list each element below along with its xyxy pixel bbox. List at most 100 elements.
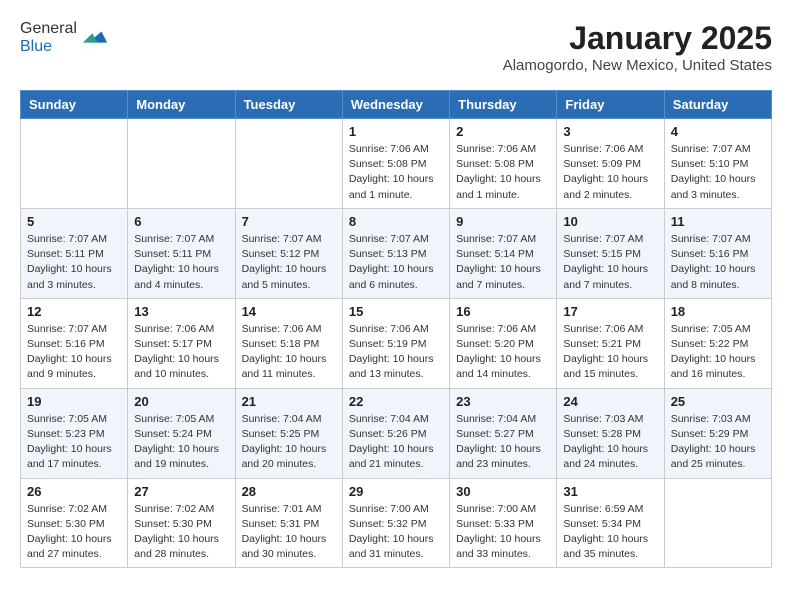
day-info: Sunrise: 7:05 AMSunset: 5:24 PMDaylight:… xyxy=(134,412,228,473)
day-number: 1 xyxy=(349,124,443,139)
day-info: Sunrise: 7:06 AMSunset: 5:08 PMDaylight:… xyxy=(349,142,443,203)
day-number: 27 xyxy=(134,484,228,499)
weekday-header: Monday xyxy=(128,91,235,119)
calendar-cell xyxy=(128,119,235,209)
calendar-cell: 29 Sunrise: 7:00 AMSunset: 5:32 PMDayligh… xyxy=(342,478,449,568)
day-info: Sunrise: 7:02 AMSunset: 5:30 PMDaylight:… xyxy=(134,502,228,563)
day-info: Sunrise: 7:06 AMSunset: 5:17 PMDaylight:… xyxy=(134,322,228,383)
calendar-cell xyxy=(21,119,128,209)
day-info: Sunrise: 7:03 AMSunset: 5:29 PMDaylight:… xyxy=(671,412,765,473)
calendar-cell: 26 Sunrise: 7:02 AMSunset: 5:30 PMDayligh… xyxy=(21,478,128,568)
day-info: Sunrise: 7:06 AMSunset: 5:19 PMDaylight:… xyxy=(349,322,443,383)
month-title: January 2025 xyxy=(503,20,772,57)
page-header: General Blue January 2025 Alamogordo, Ne… xyxy=(20,20,772,74)
day-info: Sunrise: 7:06 AMSunset: 5:20 PMDaylight:… xyxy=(456,322,550,383)
day-number: 8 xyxy=(349,214,443,229)
title-block: January 2025 Alamogordo, New Mexico, Uni… xyxy=(503,20,772,74)
calendar-cell: 18 Sunrise: 7:05 AMSunset: 5:22 PMDayligh… xyxy=(664,298,771,388)
calendar-cell: 14 Sunrise: 7:06 AMSunset: 5:18 PMDayligh… xyxy=(235,298,342,388)
weekday-header: Tuesday xyxy=(235,91,342,119)
day-info: Sunrise: 7:06 AMSunset: 5:09 PMDaylight:… xyxy=(563,142,657,203)
calendar-cell xyxy=(664,478,771,568)
calendar-cell: 24Sunrise: 7:03 AMSunset: 5:28 PMDayligh… xyxy=(557,388,664,478)
day-info: Sunrise: 7:05 AMSunset: 5:23 PMDaylight:… xyxy=(27,412,121,473)
calendar-cell: 8 Sunrise: 7:07 AMSunset: 5:13 PMDaylight… xyxy=(342,208,449,298)
weekday-header: Friday xyxy=(557,91,664,119)
day-info: Sunrise: 7:07 AMSunset: 5:11 PMDaylight:… xyxy=(27,232,121,293)
day-info: Sunrise: 7:00 AMSunset: 5:32 PMDaylight:… xyxy=(349,502,443,563)
day-number: 24 xyxy=(563,394,657,409)
day-number: 11 xyxy=(671,214,765,229)
day-info: Sunrise: 7:07 AMSunset: 5:11 PMDaylight:… xyxy=(134,232,228,293)
calendar-cell: 28Sunrise: 7:01 AMSunset: 5:31 PMDayligh… xyxy=(235,478,342,568)
day-info: Sunrise: 7:06 AMSunset: 5:21 PMDaylight:… xyxy=(563,322,657,383)
day-number: 17 xyxy=(563,304,657,319)
calendar-cell: 2Sunrise: 7:06 AMSunset: 5:08 PMDaylight… xyxy=(450,119,557,209)
calendar-cell: 1 Sunrise: 7:06 AMSunset: 5:08 PMDaylight… xyxy=(342,119,449,209)
logo: General Blue xyxy=(20,20,109,56)
day-info: Sunrise: 7:06 AMSunset: 5:18 PMDaylight:… xyxy=(242,322,336,383)
day-number: 22 xyxy=(349,394,443,409)
day-info: Sunrise: 7:07 AMSunset: 5:14 PMDaylight:… xyxy=(456,232,550,293)
calendar-cell: 6 Sunrise: 7:07 AMSunset: 5:11 PMDaylight… xyxy=(128,208,235,298)
weekday-header: Wednesday xyxy=(342,91,449,119)
day-info: Sunrise: 7:07 AMSunset: 5:16 PMDaylight:… xyxy=(27,322,121,383)
day-number: 19 xyxy=(27,394,121,409)
location: Alamogordo, New Mexico, United States xyxy=(503,57,772,74)
day-number: 26 xyxy=(27,484,121,499)
calendar-cell: 30Sunrise: 7:00 AMSunset: 5:33 PMDayligh… xyxy=(450,478,557,568)
day-info: Sunrise: 7:04 AMSunset: 5:27 PMDaylight:… xyxy=(456,412,550,473)
day-number: 6 xyxy=(134,214,228,229)
calendar-week-row: 1 Sunrise: 7:06 AMSunset: 5:08 PMDaylight… xyxy=(21,119,772,209)
weekday-header: Thursday xyxy=(450,91,557,119)
day-info: Sunrise: 7:07 AMSunset: 5:10 PMDaylight:… xyxy=(671,142,765,203)
calendar-cell: 4 Sunrise: 7:07 AMSunset: 5:10 PMDaylight… xyxy=(664,119,771,209)
calendar-week-row: 12 Sunrise: 7:07 AMSunset: 5:16 PMDayligh… xyxy=(21,298,772,388)
day-info: Sunrise: 7:02 AMSunset: 5:30 PMDaylight:… xyxy=(27,502,121,563)
calendar-cell: 25 Sunrise: 7:03 AMSunset: 5:29 PMDayligh… xyxy=(664,388,771,478)
calendar-week-row: 5Sunrise: 7:07 AMSunset: 5:11 PMDaylight… xyxy=(21,208,772,298)
logo-blue: Blue xyxy=(20,38,52,55)
calendar-cell: 27 Sunrise: 7:02 AMSunset: 5:30 PMDayligh… xyxy=(128,478,235,568)
day-number: 21 xyxy=(242,394,336,409)
day-number: 23 xyxy=(456,394,550,409)
day-number: 30 xyxy=(456,484,550,499)
day-number: 25 xyxy=(671,394,765,409)
day-info: Sunrise: 7:06 AMSunset: 5:08 PMDaylight:… xyxy=(456,142,550,203)
day-number: 18 xyxy=(671,304,765,319)
day-info: Sunrise: 7:04 AMSunset: 5:25 PMDaylight:… xyxy=(242,412,336,473)
calendar-cell: 21 Sunrise: 7:04 AMSunset: 5:25 PMDayligh… xyxy=(235,388,342,478)
day-number: 14 xyxy=(242,304,336,319)
day-number: 4 xyxy=(671,124,765,139)
calendar-cell: 31Sunrise: 6:59 AMSunset: 5:34 PMDayligh… xyxy=(557,478,664,568)
calendar-cell: 5Sunrise: 7:07 AMSunset: 5:11 PMDaylight… xyxy=(21,208,128,298)
calendar-cell xyxy=(235,119,342,209)
logo-icon xyxy=(81,24,109,52)
day-number: 20 xyxy=(134,394,228,409)
day-info: Sunrise: 7:07 AMSunset: 5:16 PMDaylight:… xyxy=(671,232,765,293)
day-number: 15 xyxy=(349,304,443,319)
calendar-cell: 12 Sunrise: 7:07 AMSunset: 5:16 PMDayligh… xyxy=(21,298,128,388)
logo-general: General xyxy=(20,20,77,37)
day-info: Sunrise: 7:07 AMSunset: 5:13 PMDaylight:… xyxy=(349,232,443,293)
day-number: 13 xyxy=(134,304,228,319)
day-number: 10 xyxy=(563,214,657,229)
calendar-cell: 20 Sunrise: 7:05 AMSunset: 5:24 PMDayligh… xyxy=(128,388,235,478)
calendar-table: SundayMondayTuesdayWednesdayThursdayFrid… xyxy=(20,90,772,568)
calendar-week-row: 26 Sunrise: 7:02 AMSunset: 5:30 PMDayligh… xyxy=(21,478,772,568)
calendar-cell: 16Sunrise: 7:06 AMSunset: 5:20 PMDayligh… xyxy=(450,298,557,388)
calendar-cell: 3Sunrise: 7:06 AMSunset: 5:09 PMDaylight… xyxy=(557,119,664,209)
day-info: Sunrise: 7:07 AMSunset: 5:12 PMDaylight:… xyxy=(242,232,336,293)
weekday-header: Saturday xyxy=(664,91,771,119)
calendar-cell: 7 Sunrise: 7:07 AMSunset: 5:12 PMDaylight… xyxy=(235,208,342,298)
day-number: 28 xyxy=(242,484,336,499)
calendar-cell: 10Sunrise: 7:07 AMSunset: 5:15 PMDayligh… xyxy=(557,208,664,298)
day-number: 9 xyxy=(456,214,550,229)
day-number: 29 xyxy=(349,484,443,499)
day-number: 12 xyxy=(27,304,121,319)
calendar-cell: 11 Sunrise: 7:07 AMSunset: 5:16 PMDayligh… xyxy=(664,208,771,298)
day-info: Sunrise: 6:59 AMSunset: 5:34 PMDaylight:… xyxy=(563,502,657,563)
day-number: 7 xyxy=(242,214,336,229)
calendar-cell: 9 Sunrise: 7:07 AMSunset: 5:14 PMDaylight… xyxy=(450,208,557,298)
day-info: Sunrise: 7:05 AMSunset: 5:22 PMDaylight:… xyxy=(671,322,765,383)
